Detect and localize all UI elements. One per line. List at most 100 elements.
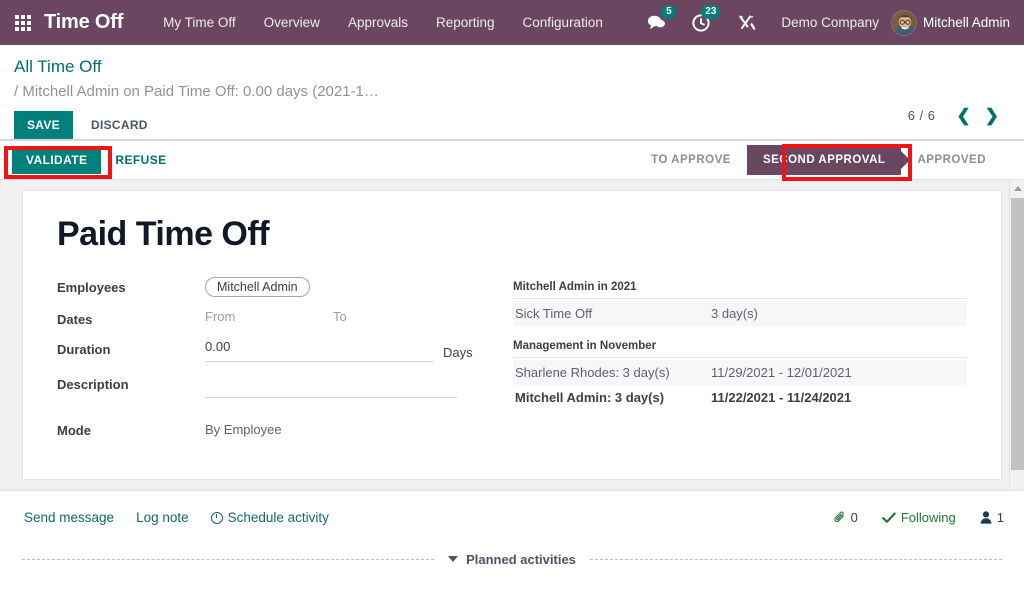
company-selector[interactable]: Demo Company bbox=[763, 15, 891, 30]
vertical-scrollbar[interactable] bbox=[1009, 180, 1024, 490]
employees-value[interactable]: Mitchell Admin bbox=[205, 277, 477, 297]
send-message-label: Send message bbox=[24, 510, 114, 525]
validate-button[interactable]: VALIDATE bbox=[12, 146, 101, 174]
dates-label: Dates bbox=[57, 309, 205, 327]
planned-activities-section: Planned activities bbox=[0, 544, 1024, 574]
clock-icon bbox=[211, 512, 223, 524]
planned-activities-label: Planned activities bbox=[466, 552, 576, 567]
breadcrumb-root[interactable]: All Time Off bbox=[14, 55, 1010, 79]
description-input[interactable] bbox=[205, 374, 457, 398]
form-left-column: Employees Mitchell Admin Dates From To bbox=[57, 277, 477, 450]
status-stage-label: APPROVED bbox=[917, 154, 986, 166]
divider-left bbox=[22, 559, 434, 560]
duration-input[interactable]: 0.00 bbox=[205, 339, 433, 362]
log-note-button[interactable]: Log note bbox=[136, 510, 189, 525]
user-name-label: Mitchell Admin bbox=[923, 15, 1010, 30]
messages-icon[interactable]: 5 bbox=[640, 0, 673, 45]
scroll-up-arrow-icon[interactable] bbox=[1010, 180, 1024, 196]
employee-tag[interactable]: Mitchell Admin bbox=[205, 277, 310, 297]
duration-label: Duration bbox=[57, 339, 205, 357]
control-panel: All Time Off / Mitchell Admin on Paid Ti… bbox=[0, 45, 1024, 139]
save-button[interactable]: SAVE bbox=[14, 111, 73, 139]
top-navbar: Time Off My Time Off Overview Approvals … bbox=[0, 0, 1024, 45]
status-stage-to-approve[interactable]: TO APPROVE bbox=[635, 141, 747, 179]
log-note-label: Log note bbox=[136, 510, 189, 525]
employees-label: Employees bbox=[57, 277, 205, 295]
record-actions: SAVE DISCARD bbox=[14, 111, 1010, 139]
summary-row-key: Sick Time Off bbox=[515, 306, 711, 321]
dates-inputs: From To bbox=[205, 309, 477, 324]
nav-menu-configuration[interactable]: Configuration bbox=[509, 0, 617, 45]
form-sheet: Paid Time Off Employees Mitchell Admin D… bbox=[22, 190, 1002, 480]
status-stage-second-approval[interactable]: SECOND APPROVAL bbox=[747, 145, 902, 175]
chevron-left-icon[interactable]: ❮ bbox=[950, 107, 978, 124]
attachment-count: 0 bbox=[851, 510, 858, 525]
form-content-area: Paid Time Off Employees Mitchell Admin D… bbox=[0, 180, 1024, 490]
field-row-dates: Dates From To bbox=[57, 309, 477, 327]
nav-menu-reporting[interactable]: Reporting bbox=[422, 0, 509, 45]
field-row-duration: Duration 0.00 Days bbox=[57, 339, 477, 362]
messages-badge-count: 5 bbox=[661, 5, 676, 19]
nav-menu-overview[interactable]: Overview bbox=[250, 0, 334, 45]
chevron-right-icon[interactable]: ❯ bbox=[978, 107, 1006, 124]
following-button[interactable]: Following bbox=[882, 510, 956, 525]
duration-value: 0.00 Days bbox=[205, 339, 477, 362]
status-pipeline: TO APPROVE SECOND APPROVAL APPROVED bbox=[635, 141, 1024, 179]
leave-summary-panel: Mitchell Admin in 2021 Sick Time Off 3 d… bbox=[477, 277, 967, 450]
apps-grid-icon[interactable] bbox=[0, 0, 34, 45]
mode-selected-value[interactable]: By Employee bbox=[205, 420, 477, 437]
stage-arrow-icon bbox=[747, 151, 756, 169]
page-title: Paid Time Off bbox=[57, 217, 967, 253]
form-columns: Employees Mitchell Admin Dates From To bbox=[57, 277, 967, 450]
nav-menu-approvals[interactable]: Approvals bbox=[334, 0, 422, 45]
field-row-employees: Employees Mitchell Admin bbox=[57, 277, 477, 297]
nav-menu-my-time-off[interactable]: My Time Off bbox=[149, 0, 250, 45]
scrollbar-thumb[interactable] bbox=[1011, 198, 1024, 470]
send-message-button[interactable]: Send message bbox=[24, 510, 114, 525]
chatter-toolbar: Send message Log note Schedule activity … bbox=[0, 490, 1024, 544]
date-from-input[interactable]: From bbox=[205, 309, 333, 324]
mode-value: By Employee bbox=[205, 420, 477, 437]
status-stage-approved[interactable]: APPROVED bbox=[901, 141, 1002, 179]
summary-row-current: Mitchell Admin: 3 day(s) 11/22/2021 - 11… bbox=[513, 385, 967, 410]
paperclip-icon bbox=[833, 511, 846, 524]
activities-clock-icon[interactable]: 23 bbox=[685, 0, 717, 45]
description-value bbox=[205, 374, 477, 398]
followers-button[interactable]: 1 bbox=[980, 510, 1004, 525]
dates-value: From To bbox=[205, 309, 477, 324]
debug-tools-icon[interactable] bbox=[731, 0, 763, 45]
summary-row-value: 3 day(s) bbox=[711, 306, 965, 321]
user-avatar bbox=[891, 10, 917, 36]
summary-row-key: Sharlene Rhodes: 3 day(s) bbox=[515, 365, 711, 380]
user-menu[interactable]: Mitchell Admin bbox=[891, 10, 1024, 36]
summary-row-key: Mitchell Admin: 3 day(s) bbox=[515, 390, 711, 405]
summary-gap bbox=[513, 326, 967, 340]
caret-down-icon bbox=[448, 556, 458, 562]
pager-counter: 6 / 6 bbox=[908, 108, 936, 123]
refuse-button[interactable]: REFUSE bbox=[101, 141, 180, 179]
followers-count: 1 bbox=[997, 510, 1004, 525]
form-statusbar: VALIDATE REFUSE TO APPROVE SECOND APPROV… bbox=[0, 141, 1024, 180]
description-label: Description bbox=[57, 374, 205, 392]
summary-row-value: 11/22/2021 - 11/24/2021 bbox=[711, 390, 965, 405]
stage-arrow-icon bbox=[901, 151, 910, 169]
summary-row: Sick Time Off 3 day(s) bbox=[513, 301, 967, 326]
discard-button[interactable]: DISCARD bbox=[79, 111, 160, 139]
mode-label: Mode bbox=[57, 420, 205, 438]
chatter-stats: 0 Following 1 bbox=[809, 510, 1004, 525]
summary-row-value: 11/29/2021 - 12/01/2021 bbox=[711, 365, 965, 380]
attachments-button[interactable]: 0 bbox=[833, 510, 858, 525]
schedule-activity-button[interactable]: Schedule activity bbox=[211, 510, 329, 525]
divider-right bbox=[590, 559, 1002, 560]
app-brand-title[interactable]: Time Off bbox=[44, 11, 123, 34]
summary-section-title-month: Management in November bbox=[513, 340, 967, 358]
field-row-mode: Mode By Employee bbox=[57, 420, 477, 438]
planned-activities-toggle[interactable]: Planned activities bbox=[434, 552, 590, 567]
summary-section-title-year: Mitchell Admin in 2021 bbox=[513, 281, 967, 299]
schedule-activity-label: Schedule activity bbox=[228, 510, 329, 525]
activities-badge-count: 23 bbox=[701, 5, 720, 19]
statusbar-region: VALIDATE REFUSE TO APPROVE SECOND APPROV… bbox=[0, 139, 1024, 180]
date-to-input[interactable]: To bbox=[333, 309, 461, 324]
duration-wrapper: 0.00 Days bbox=[205, 339, 477, 362]
breadcrumb-current: / Mitchell Admin on Paid Time Off: 0.00 … bbox=[14, 79, 484, 105]
